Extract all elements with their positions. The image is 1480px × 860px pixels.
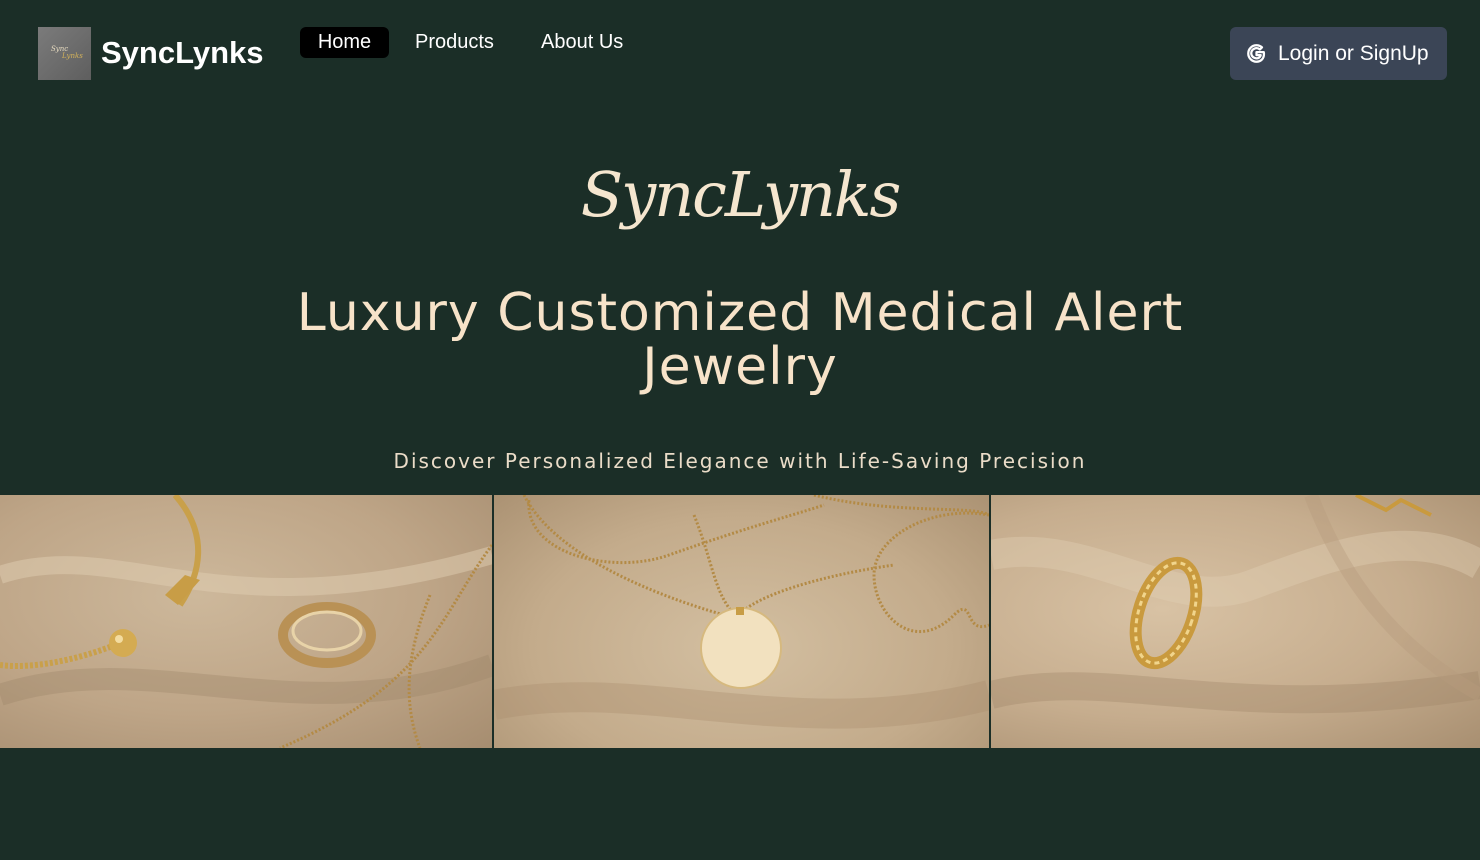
login-signup-button[interactable]: Login or SignUp xyxy=(1230,27,1447,80)
navbar: Sync Lynks SyncLynks Home Products About… xyxy=(0,0,1480,100)
brand-name[interactable]: SyncLynks xyxy=(101,35,264,71)
gold-ring-on-fabric-photo xyxy=(991,495,1480,748)
login-signup-label: Login or SignUp xyxy=(1278,42,1429,65)
hero-subtitle: Discover Personalized Elegance with Life… xyxy=(393,449,1087,473)
logo-image[interactable]: Sync Lynks xyxy=(38,27,91,80)
google-g-icon xyxy=(1247,44,1266,63)
hero-title: Luxury Customized Medical Alert Jewelry xyxy=(296,283,1184,397)
nav-link-about-us[interactable]: About Us xyxy=(541,27,623,58)
pendant-necklace-photo xyxy=(494,495,989,748)
logo-text-bottom: Lynks xyxy=(62,52,83,60)
nav-link-home[interactable]: Home xyxy=(300,27,389,58)
jewelry-gallery xyxy=(0,495,1480,748)
nav-link-products[interactable]: Products xyxy=(415,27,494,58)
hero-script-logo: SyncLynks xyxy=(580,158,902,231)
bracelet-and-ring-photo xyxy=(0,495,492,748)
